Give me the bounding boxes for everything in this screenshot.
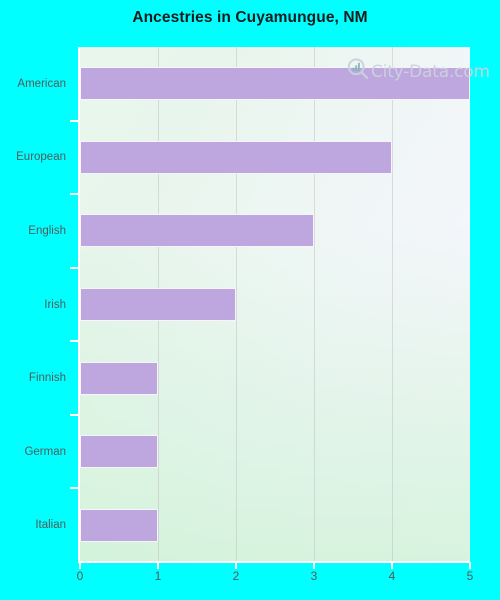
x-axis-tick [391,562,393,569]
bar-irish[interactable] [80,288,236,321]
y-axis-tick [70,340,79,343]
gridline [391,47,393,562]
x-axis-label-5: 5 [466,569,474,583]
x-axis-tick [313,562,315,569]
x-axis-line [78,561,470,563]
y-axis-tick [70,119,79,122]
x-axis-label-0: 0 [76,569,84,583]
y-axis-label-american: American [17,77,66,90]
y-axis-tick [70,487,79,490]
y-axis-tick [70,193,79,196]
ancestries-bar-chart: Ancestries in Cuyamungue, NM American Eur… [0,0,500,600]
bar-italian[interactable] [80,508,158,542]
y-axis-label-german: German [24,445,66,458]
bar-german[interactable] [80,435,158,469]
bar-american[interactable] [80,67,470,101]
x-axis-tick [157,562,159,569]
x-axis-tick [79,562,81,569]
bar-finnish[interactable] [80,361,158,395]
y-axis-label-european: European [16,151,66,164]
y-axis-label-english: English [28,224,66,237]
y-axis-line [78,47,80,563]
bar-english[interactable] [80,214,314,248]
y-axis-label-irish: Irish [44,298,66,311]
chart-title: Ancestries in Cuyamungue, NM [132,9,368,26]
y-axis-tick [70,413,79,416]
x-axis-tick [469,562,471,569]
y-axis-tick [70,266,79,269]
x-axis-label-1: 1 [154,569,162,583]
bar-european[interactable] [80,140,392,174]
x-axis-label-2: 2 [232,569,240,583]
y-axis-label-italian: Italian [35,519,66,532]
gridline [469,47,470,562]
y-axis-label-finnish: Finnish [28,372,66,385]
x-axis-label-4: 4 [388,569,396,583]
gridline [313,47,315,562]
x-axis-label-3: 3 [310,569,318,583]
plot-area [80,47,470,562]
x-axis-tick [235,562,237,569]
